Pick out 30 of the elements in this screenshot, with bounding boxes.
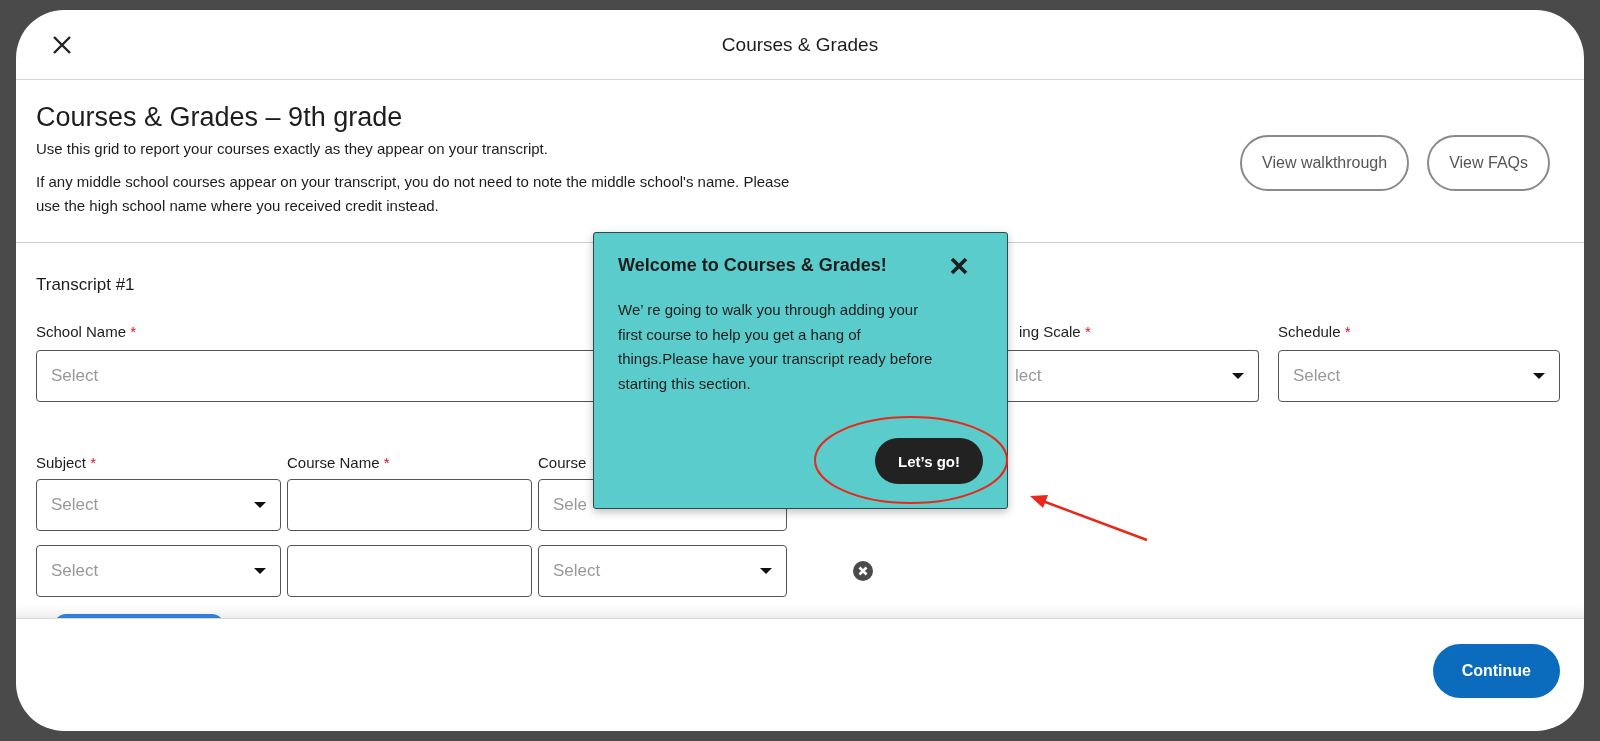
caret-icon <box>254 568 266 574</box>
select-field[interactable]: Select <box>36 479 281 531</box>
field-label: Subject * <box>36 454 97 471</box>
lets-go-button[interactable]: Let’s go! <box>875 438 983 484</box>
caret-icon <box>1533 373 1545 379</box>
field-label: School Name * <box>36 323 137 340</box>
outline-button[interactable]: View FAQs <box>1427 135 1550 191</box>
field-label: Course Name * <box>287 454 390 471</box>
dialog-title: Courses & Grades <box>721 33 879 56</box>
input-field[interactable] <box>287 545 532 597</box>
field-label: ing Scale * <box>1018 323 1091 340</box>
field-label: Schedule * <box>1278 323 1351 340</box>
section-title: Transcript #1 <box>36 275 136 295</box>
caret-icon <box>760 568 772 574</box>
continue-button[interactable]: Continue <box>1432 644 1560 698</box>
caret-icon <box>254 502 266 508</box>
select-field[interactable]: Select <box>538 545 787 597</box>
description-text: If any middle school courses appear on your transcript, you do not need to note the middle school's name. Please use the high school name where you received credit instead. <box>36 172 791 216</box>
select-field[interactable]: Select <box>1278 350 1560 402</box>
input-field[interactable] <box>287 479 532 531</box>
popup-title: Welcome to Courses & Grades! <box>618 255 887 276</box>
outline-button[interactable]: View walkthrough <box>1240 135 1410 191</box>
field-label: Course <box>538 454 587 471</box>
close-icon[interactable] <box>52 34 72 55</box>
page-heading: Courses & Grades – 9th grade <box>36 102 404 133</box>
description-text: Use this grid to report your courses exactly as they appear on your transcript. <box>36 139 549 159</box>
close-icon[interactable] <box>950 256 968 275</box>
remove-icon[interactable] <box>853 561 873 581</box>
select-field[interactable]: Select <box>36 545 281 597</box>
caret-icon <box>1232 373 1244 379</box>
